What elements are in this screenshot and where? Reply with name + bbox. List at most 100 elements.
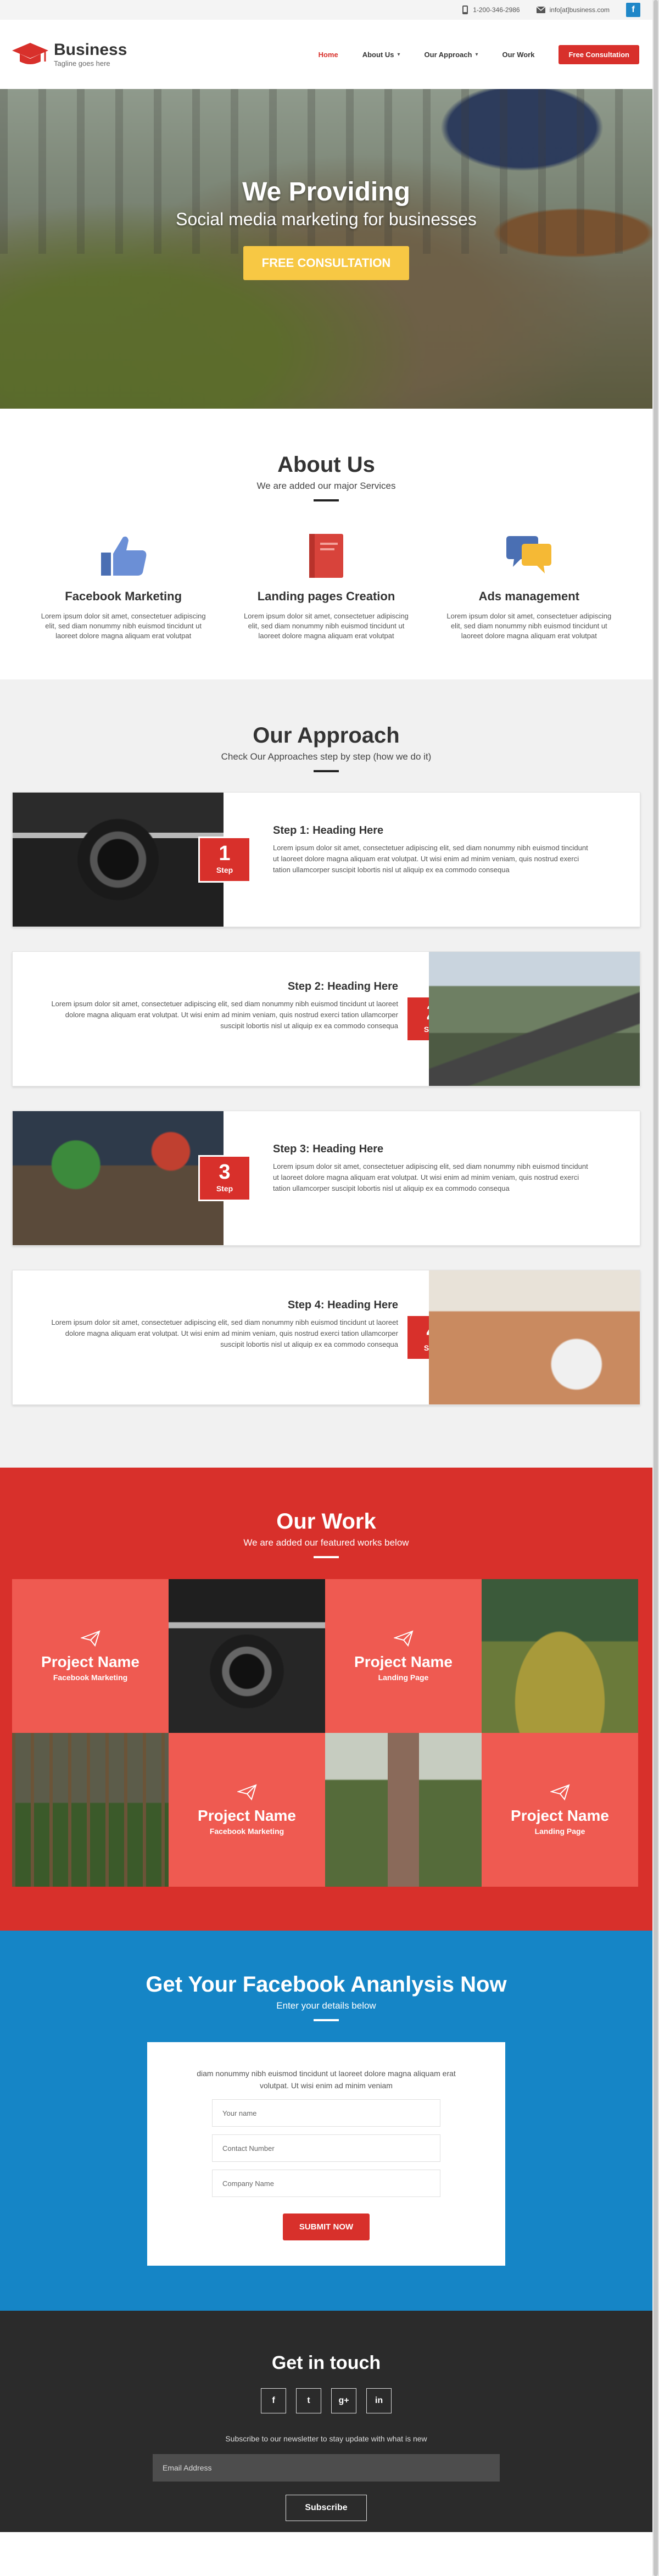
service-description: Lorem ipsum dolor sit amet, consectetuer… bbox=[244, 612, 409, 640]
service-facebook-marketing: Facebook Marketing Lorem ipsum dolor sit… bbox=[41, 531, 206, 641]
project-category: Landing Page bbox=[534, 1827, 585, 1836]
free-consultation-button[interactable]: Free Consultation bbox=[559, 44, 639, 64]
project-name: Project Name bbox=[511, 1807, 609, 1824]
brand-name: Business bbox=[54, 40, 127, 59]
approach-title: Our Approach bbox=[253, 723, 400, 748]
email-contact[interactable]: info[at]business.com bbox=[536, 6, 610, 14]
approach-step-1: 1 Step Step 1: Heading Here Lorem ipsum … bbox=[12, 792, 640, 927]
footer-title: Get in touch bbox=[271, 2352, 381, 2373]
desk-photo bbox=[429, 1270, 640, 1404]
service-description: Lorem ipsum dolor sit amet, consectetuer… bbox=[41, 612, 206, 640]
brand-tagline: Tagline goes here bbox=[54, 59, 110, 68]
paper-plane-icon bbox=[550, 1784, 570, 1800]
forest-path-photo-tile[interactable] bbox=[325, 1733, 482, 1887]
about-section: About Us We are added our major Services… bbox=[0, 409, 652, 679]
title-divider bbox=[314, 1556, 339, 1558]
project-name: Project Name bbox=[354, 1653, 453, 1670]
service-title: Landing pages Creation bbox=[257, 589, 395, 603]
nav-our-approach[interactable]: Our Approach bbox=[425, 51, 478, 59]
nav-our-approach-label: Our Approach bbox=[424, 50, 472, 59]
step-number: 1 bbox=[219, 842, 231, 865]
step-badge: 3 Step bbox=[198, 1155, 251, 1201]
work-grid: Project Name Facebook Marketing Project … bbox=[12, 1579, 652, 1887]
step-text: Lorem ipsum dolor sit amet, consectetuer… bbox=[51, 1318, 398, 1348]
newsletter-text: Subscribe to our newsletter to stay upda… bbox=[225, 2434, 427, 2443]
project-tile[interactable]: Project Name Facebook Marketing bbox=[12, 1579, 169, 1733]
approach-step-2: Step 2: Heading Here Lorem ipsum dolor s… bbox=[12, 951, 640, 1086]
step-label: Step bbox=[216, 866, 233, 874]
step-heading: Step 2: Heading Here bbox=[287, 980, 398, 993]
form-intro: diam nonummy nibh euismod tincidunt ut l… bbox=[197, 2069, 456, 2090]
nav-about-us-label: About Us bbox=[362, 50, 394, 59]
service-description: Lorem ipsum dolor sit amet, consectetuer… bbox=[446, 612, 612, 640]
service-title: Facebook Marketing bbox=[65, 589, 182, 603]
analysis-title: Get Your Facebook Ananlysis Now bbox=[146, 1972, 507, 1997]
nav-home[interactable]: Home bbox=[319, 51, 338, 59]
step-text: Lorem ipsum dolor sit amet, consectetuer… bbox=[273, 844, 588, 874]
hero-consultation-button[interactable]: FREE CONSULTATION bbox=[243, 246, 410, 280]
project-tile[interactable]: Project Name Facebook Marketing bbox=[169, 1733, 325, 1887]
paper-plane-icon bbox=[80, 1630, 100, 1647]
submit-button[interactable]: SUBMIT NOW bbox=[282, 2213, 370, 2240]
cafe-photo bbox=[13, 1111, 224, 1245]
footer: Get in touch f t g+ in Subscribe to our … bbox=[0, 2311, 652, 2532]
analysis-subtitle: Enter your details below bbox=[276, 2000, 376, 2011]
google-plus-icon[interactable]: g+ bbox=[331, 2388, 356, 2413]
step-label: Step bbox=[216, 1184, 233, 1193]
vertical-scrollbar[interactable] bbox=[652, 0, 659, 2576]
project-name: Project Name bbox=[41, 1653, 139, 1670]
book-icon bbox=[309, 534, 343, 578]
hero-title: We Providing bbox=[242, 177, 410, 207]
service-ads-management: Ads management Lorem ipsum dolor sit ame… bbox=[446, 531, 611, 641]
graduation-cap-icon bbox=[12, 43, 48, 64]
title-divider bbox=[314, 2019, 339, 2021]
social-links: f t g+ in bbox=[0, 2388, 652, 2413]
project-tile[interactable]: Project Name Landing Page bbox=[482, 1733, 638, 1887]
nav-our-work[interactable]: Our Work bbox=[502, 51, 534, 59]
service-title: Ads management bbox=[478, 589, 579, 603]
project-tile[interactable]: Project Name Landing Page bbox=[325, 1579, 482, 1733]
name-field[interactable]: Your name bbox=[212, 2099, 440, 2127]
step-heading: Step 4: Heading Here bbox=[287, 1299, 398, 1311]
camera-photo-tile[interactable] bbox=[169, 1579, 325, 1733]
company-name-field[interactable]: Company Name bbox=[212, 2170, 440, 2197]
scrollbar-thumb[interactable] bbox=[654, 0, 658, 2576]
approach-step-3: 3 Step Step 3: Heading Here Lorem ipsum … bbox=[12, 1111, 640, 1246]
mossy-hill-photo-tile[interactable] bbox=[482, 1579, 638, 1733]
phone-contact[interactable]: 1-200-346-2986 bbox=[462, 5, 520, 14]
step-number: 3 bbox=[219, 1161, 231, 1184]
contact-number-field[interactable]: Contact Number bbox=[212, 2134, 440, 2162]
logo[interactable]: Business Tagline goes here bbox=[12, 41, 127, 68]
facebook-icon[interactable]: f bbox=[261, 2388, 286, 2413]
approach-subtitle: Check Our Approaches step by step (how w… bbox=[221, 751, 432, 762]
phone-icon bbox=[462, 5, 468, 14]
top-bar: 1-200-346-2986 info[at]business.com f bbox=[0, 0, 652, 20]
nav-about-us[interactable]: About Us bbox=[362, 51, 400, 59]
paper-plane-icon bbox=[237, 1784, 257, 1800]
hero-subtitle: Social media marketing for businesses bbox=[176, 209, 477, 229]
approach-section: Our Approach Check Our Approaches step b… bbox=[0, 679, 652, 1468]
thumbs-up-icon bbox=[100, 536, 147, 576]
hero-banner: We Providing Social media marketing for … bbox=[0, 89, 652, 409]
email-address: info[at]business.com bbox=[549, 6, 610, 14]
step-heading: Step 3: Heading Here bbox=[273, 1143, 384, 1155]
newsletter-email-input[interactable]: Email Address bbox=[153, 2454, 500, 2482]
facebook-icon[interactable]: f bbox=[626, 3, 640, 17]
project-category: Landing Page bbox=[378, 1673, 429, 1682]
linkedin-icon[interactable]: in bbox=[366, 2388, 392, 2413]
work-title: Our Work bbox=[276, 1509, 376, 1534]
about-title: About Us bbox=[277, 453, 375, 477]
approach-step-4: Step 4: Heading Here Lorem ipsum dolor s… bbox=[12, 1270, 640, 1405]
site-header: Business Tagline goes here Home About Us… bbox=[0, 20, 652, 89]
work-subtitle: We are added our featured works below bbox=[243, 1537, 409, 1548]
chat-icon bbox=[506, 536, 552, 573]
service-landing-pages: Landing pages Creation Lorem ipsum dolor… bbox=[244, 531, 409, 641]
subscribe-button[interactable]: Subscribe bbox=[286, 2495, 367, 2521]
project-category: Facebook Marketing bbox=[53, 1673, 128, 1682]
twitter-icon[interactable]: t bbox=[296, 2388, 321, 2413]
title-divider bbox=[314, 499, 339, 501]
about-subtitle: We are added our major Services bbox=[256, 481, 396, 491]
main-nav: Home About Us Our Approach Our Work Free… bbox=[319, 44, 639, 64]
pier-photo-tile[interactable] bbox=[12, 1733, 169, 1887]
camera-photo bbox=[13, 793, 224, 927]
